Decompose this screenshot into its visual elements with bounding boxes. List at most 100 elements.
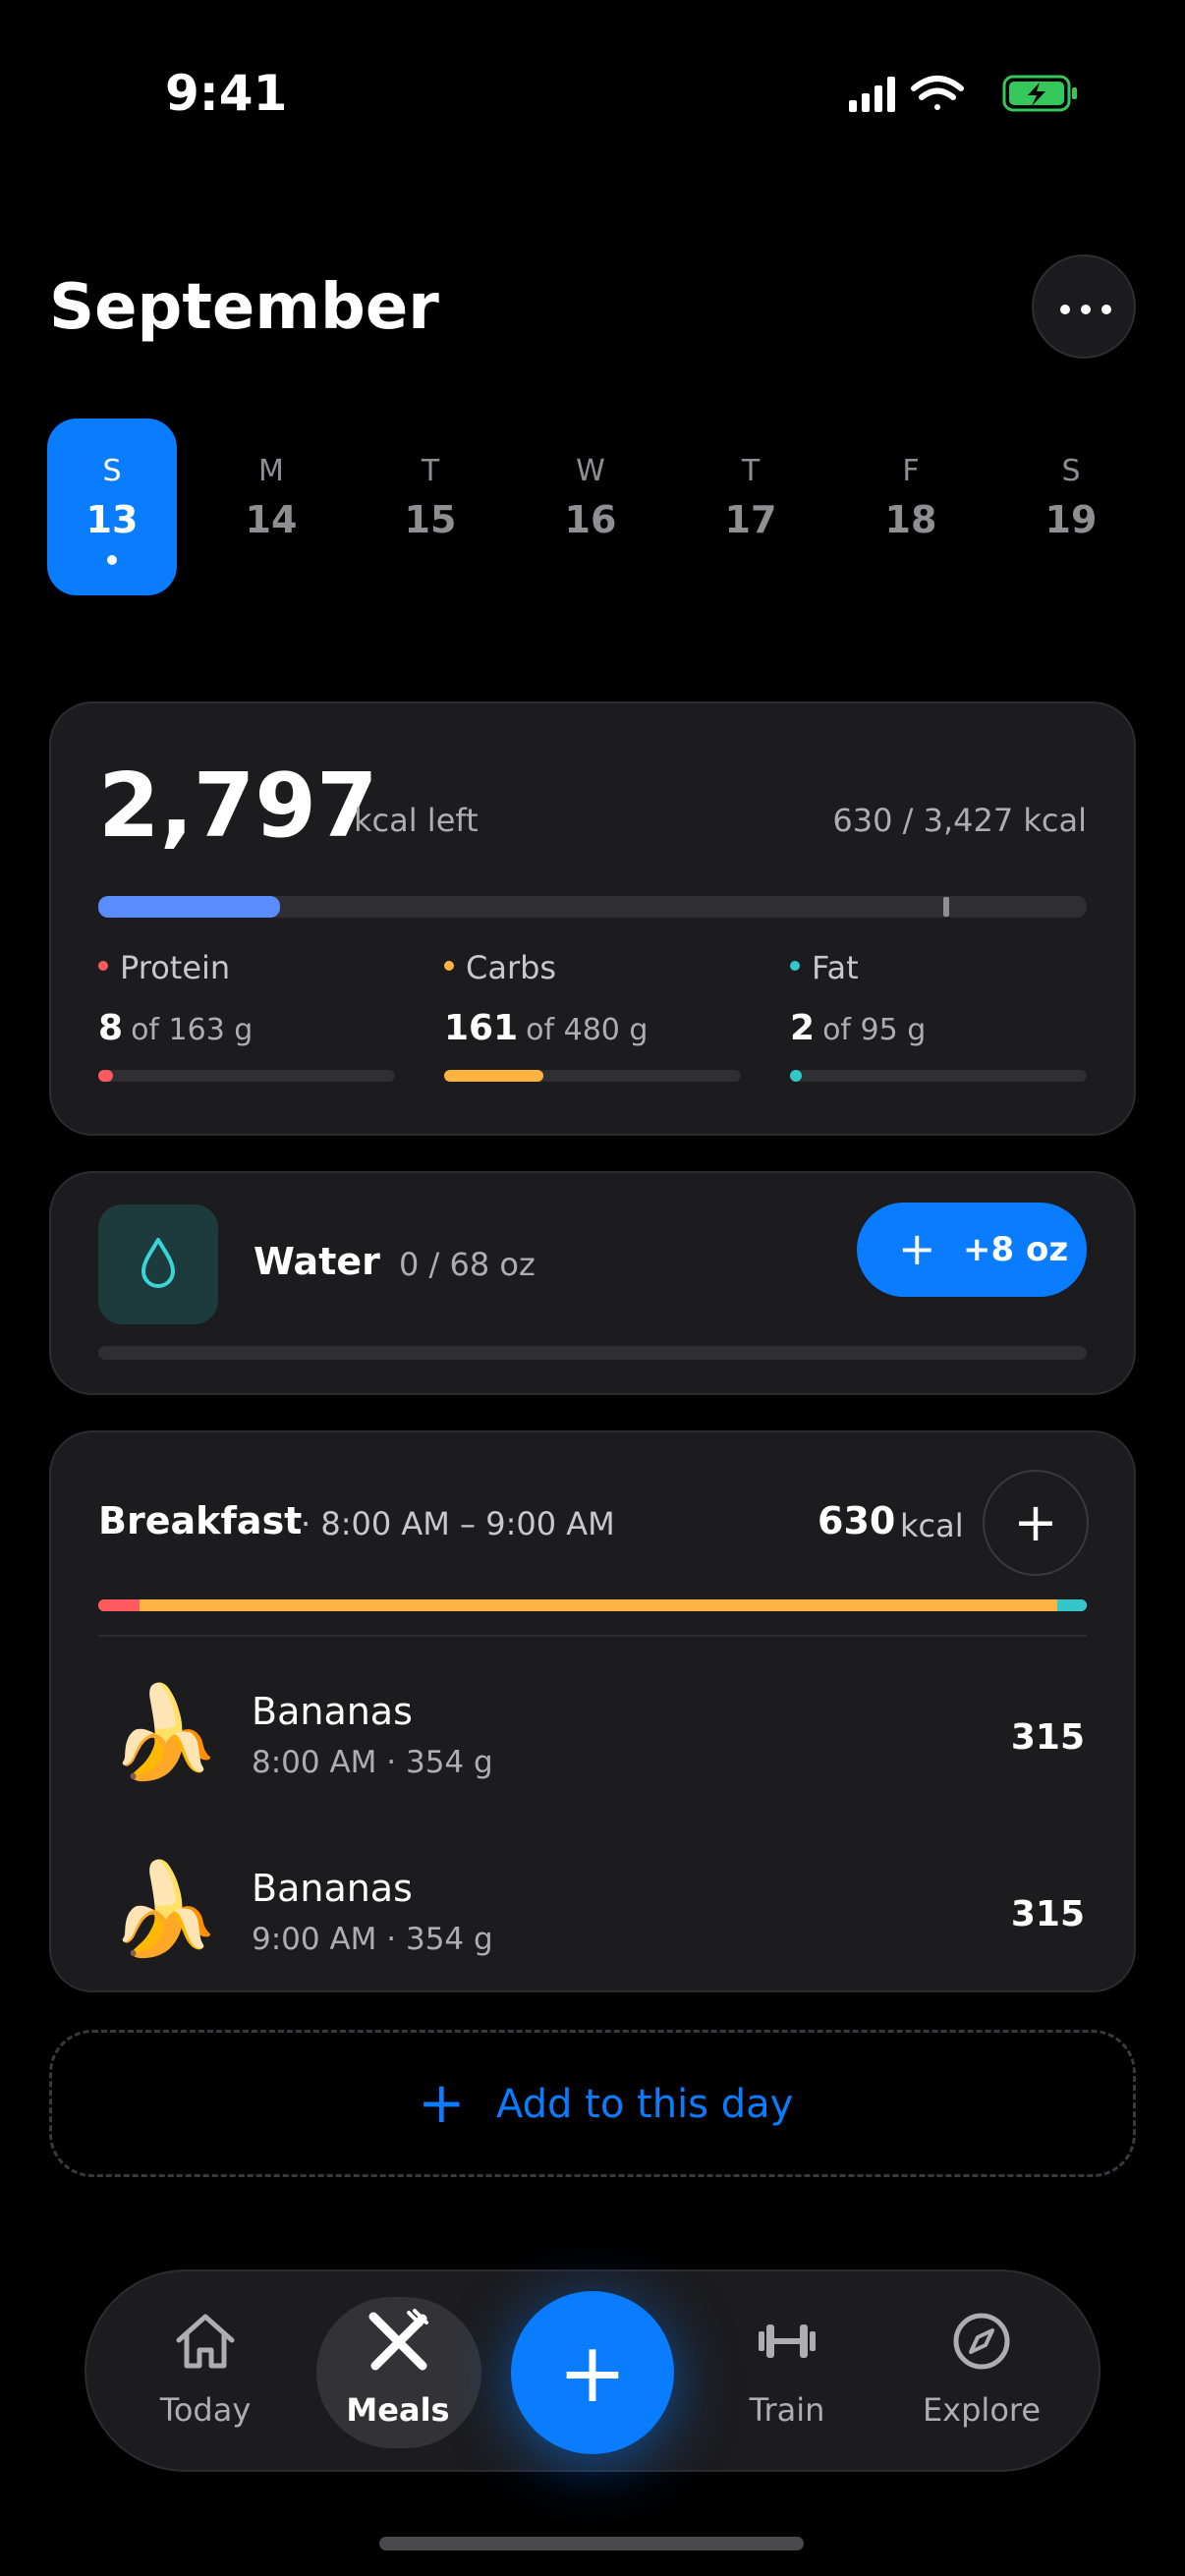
macro-progress-fill [444, 1070, 544, 1082]
day-item-selected[interactable]: S 13 [47, 419, 177, 595]
add-button[interactable]: + [511, 2291, 674, 2454]
signal-icon [849, 77, 895, 112]
tab-today[interactable]: Today [122, 2271, 289, 2470]
day-letter: W [576, 454, 605, 488]
day-letter: M [258, 454, 284, 488]
macro-goal: of 480 g [526, 1013, 649, 1047]
meal-fat-segment [1057, 1599, 1087, 1611]
add-water-label: +8 oz [963, 1230, 1069, 1269]
calorie-goal-marker [943, 897, 949, 917]
day-item[interactable]: T 15 [366, 419, 495, 595]
wifi-icon [911, 76, 964, 110]
day-letter: F [902, 454, 920, 488]
water-icon-box [98, 1204, 218, 1324]
macro-fat: Fat 2 of 95 g [790, 949, 1087, 1082]
add-to-day-button[interactable]: + Add to this day [49, 2030, 1136, 2177]
water-progress-bar [98, 1346, 1087, 1360]
protein-dot [98, 961, 108, 971]
add-water-button[interactable]: + +8 oz [857, 1203, 1087, 1297]
divider [98, 1635, 1087, 1637]
plus-icon: + [1013, 1491, 1058, 1553]
tab-meals[interactable]: Meals [314, 2271, 481, 2470]
food-name: Bananas [252, 1690, 413, 1733]
day-item[interactable]: W 16 [526, 419, 655, 595]
kcal-left-value: 2,797 [98, 755, 378, 858]
day-number: 13 [85, 498, 139, 541]
water-drop-icon [141, 1238, 175, 1288]
day-item[interactable]: T 17 [686, 419, 816, 595]
calorie-progress-fill [98, 896, 281, 918]
macro-carbs: Carbs 161 of 480 g [444, 949, 741, 1082]
food-details: 8:00 AM · 354 g [252, 1745, 493, 1780]
home-indicator [379, 2537, 804, 2550]
day-number: 15 [404, 498, 457, 541]
macro-protein: Protein 8 of 163 g [98, 949, 395, 1082]
macro-progress-bar [790, 1070, 1087, 1082]
kcal-total: 630 / 3,427 kcal [832, 802, 1087, 839]
home-icon [176, 2314, 235, 2369]
banana-icon: 🍌 [108, 1857, 221, 1962]
kcal-left-label: kcal left [354, 802, 479, 839]
carbs-dot [444, 961, 454, 971]
meal-protein-segment [98, 1599, 140, 1611]
add-to-day-label: Add to this day [496, 2082, 794, 2127]
banana-icon: 🍌 [108, 1680, 221, 1785]
food-kcal: 315 [1010, 1894, 1085, 1934]
day-number: 14 [245, 498, 298, 541]
macro-progress-bar [98, 1070, 395, 1082]
macro-value: 2 [790, 1008, 816, 1048]
day-number: 16 [564, 498, 617, 541]
plus-icon: + [557, 2324, 628, 2421]
day-item[interactable]: M 14 [206, 419, 336, 595]
status-time: 9:41 [165, 65, 288, 122]
macro-value: 161 [444, 1008, 519, 1048]
water-card: Water 0 / 68 oz + +8 oz [49, 1171, 1136, 1395]
battery-icon [1002, 75, 1077, 112]
macro-label: Carbs [466, 949, 557, 986]
meal-kcal-unit: kcal [900, 1507, 964, 1544]
calorie-progress-bar [98, 896, 1087, 918]
tab-label: Explore [922, 2391, 1042, 2429]
fat-dot [790, 961, 800, 971]
macro-goal: of 163 g [131, 1013, 254, 1047]
macro-progress-fill [790, 1070, 803, 1082]
day-number: 17 [724, 498, 777, 541]
meal-time: · 8:00 AM – 9:00 AM [301, 1505, 615, 1542]
selected-dot [107, 555, 117, 565]
macro-value: 8 [98, 1008, 124, 1048]
tab-label: Train [749, 2391, 825, 2429]
meal-card-breakfast: Breakfast · 8:00 AM – 9:00 AM 630 kcal +… [49, 1430, 1136, 1992]
water-title: Water [254, 1240, 380, 1283]
status-icons [849, 75, 1077, 112]
utensils-icon [368, 2309, 428, 2371]
tab-train[interactable]: Train [704, 2271, 871, 2470]
meal-macro-bar [98, 1599, 1087, 1611]
plus-icon: + [418, 2069, 466, 2136]
food-kcal: 315 [1010, 1717, 1085, 1758]
food-item[interactable]: 🍌 Bananas 9:00 AM · 354 g 315 [51, 1833, 1134, 1990]
tab-explore[interactable]: Explore [898, 2271, 1065, 2470]
dumbbell-icon [759, 2324, 816, 2358]
add-food-button[interactable]: + [983, 1470, 1089, 1576]
meal-kcal: 630 [818, 1499, 896, 1542]
macro-progress-bar [444, 1070, 741, 1082]
day-item[interactable]: F 18 [846, 419, 976, 595]
day-number: 18 [884, 498, 937, 541]
more-icon-dot [1101, 305, 1111, 314]
macro-progress-fill [98, 1070, 113, 1082]
day-number: 19 [1044, 498, 1098, 541]
day-item[interactable]: S 19 [1006, 419, 1136, 595]
day-letter: S [1061, 454, 1081, 488]
food-item[interactable]: 🍌 Bananas 8:00 AM · 354 g 315 [51, 1656, 1134, 1823]
calorie-summary-card: 2,797 kcal left 630 / 3,427 kcal Protein… [49, 701, 1136, 1136]
food-name: Bananas [252, 1867, 413, 1910]
more-icon [1060, 305, 1070, 314]
macro-label: Fat [812, 949, 859, 986]
meal-title: Breakfast [98, 1499, 303, 1542]
compass-icon [953, 2313, 1010, 2370]
day-letter: T [421, 454, 440, 488]
more-button[interactable] [1032, 254, 1136, 359]
tab-label: Meals [346, 2391, 450, 2429]
page-title: September [49, 271, 439, 344]
more-icon-dot [1081, 305, 1091, 314]
